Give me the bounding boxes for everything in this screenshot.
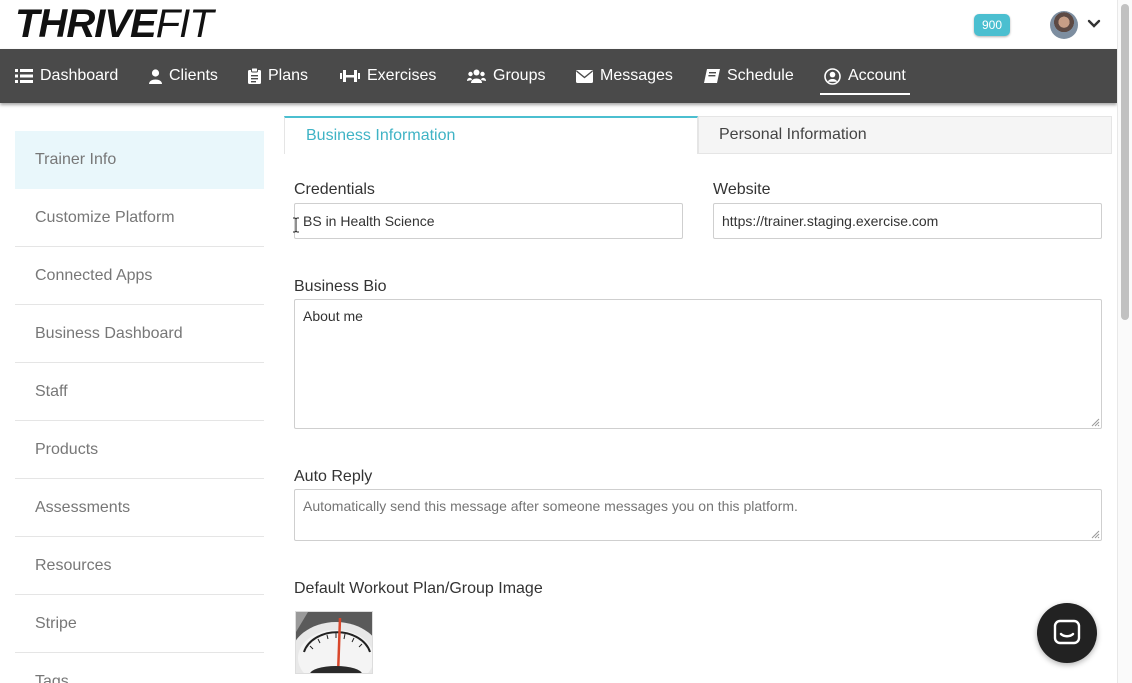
default-workout-image[interactable]: [295, 611, 373, 674]
website-input[interactable]: [713, 203, 1102, 239]
credentials-input[interactable]: [294, 203, 683, 239]
top-header: THRIVE FIT 900: [0, 0, 1117, 49]
user-circle-icon: [824, 67, 841, 85]
nav-label: Account: [848, 67, 906, 84]
scale-dial-image: [296, 612, 372, 673]
nav-label: Clients: [169, 67, 218, 84]
user-avatar[interactable]: [1050, 11, 1078, 39]
nav-label: Dashboard: [40, 67, 119, 84]
dumbbell-icon: [340, 70, 360, 82]
tab-business-information[interactable]: Business Information: [284, 116, 698, 154]
info-tabs: Business Information Personal Informatio…: [284, 116, 1112, 154]
logo-text-bold: THRIVE: [15, 1, 157, 46]
resize-grip-icon[interactable]: [1091, 530, 1100, 539]
credentials-label: Credentials: [294, 181, 375, 198]
chat-launcher-button[interactable]: [1037, 603, 1097, 663]
nav-item-dashboard[interactable]: Dashboard: [15, 49, 118, 103]
website-label: Website: [713, 181, 771, 198]
chat-icon: [1053, 619, 1081, 645]
nav-label: Groups: [493, 67, 546, 84]
sidebar-item-connected-apps[interactable]: Connected Apps: [15, 247, 264, 305]
chevron-down-icon[interactable]: [1086, 15, 1102, 33]
sidebar-item-resources[interactable]: Resources: [15, 537, 264, 595]
sidebar-item-products[interactable]: Products: [15, 421, 264, 479]
resize-grip-icon[interactable]: [1091, 418, 1100, 427]
nav-item-groups[interactable]: Groups: [467, 49, 545, 103]
auto-reply-label: Auto Reply: [294, 468, 373, 485]
nav-item-clients[interactable]: Clients: [149, 49, 218, 103]
sidebar-item-trainer-info[interactable]: Trainer Info: [15, 131, 264, 189]
text-cursor-icon: [293, 217, 299, 233]
nav-label: Schedule: [727, 67, 794, 84]
logo-text-light: FIT: [155, 1, 214, 46]
auto-reply-textarea[interactable]: [294, 489, 1102, 541]
sidebar-item-customize-platform[interactable]: Customize Platform: [15, 189, 264, 247]
nav-label: Messages: [600, 67, 673, 84]
list-icon: [15, 69, 33, 83]
sidebar-item-tags[interactable]: Tags: [15, 653, 264, 683]
sidebar-item-stripe[interactable]: Stripe: [15, 595, 264, 653]
sidebar-item-assessments[interactable]: Assessments: [15, 479, 264, 537]
nav-label: Exercises: [367, 67, 437, 84]
sidebar-item-staff[interactable]: Staff: [15, 363, 264, 421]
points-badge[interactable]: 900: [974, 14, 1010, 36]
book-icon: [704, 69, 720, 83]
users-icon: [467, 69, 486, 83]
user-icon: [149, 68, 162, 84]
nav-item-schedule[interactable]: Schedule: [704, 49, 794, 103]
default-image-label: Default Workout Plan/Group Image: [294, 580, 543, 597]
nav-item-exercises[interactable]: Exercises: [340, 49, 436, 103]
thrivefit-logo[interactable]: THRIVE FIT: [15, 1, 214, 46]
clipboard-icon: [248, 68, 261, 84]
envelope-icon: [576, 69, 593, 83]
business-bio-textarea[interactable]: [294, 299, 1102, 429]
tab-personal-information[interactable]: Personal Information: [698, 116, 1112, 154]
business-bio-label: Business Bio: [294, 278, 387, 295]
sidebar-item-business-dashboard[interactable]: Business Dashboard: [15, 305, 264, 363]
nav-item-account[interactable]: Account: [820, 49, 910, 103]
account-sidebar: Trainer Info Customize Platform Connecte…: [15, 131, 264, 683]
nav-label: Plans: [268, 67, 309, 84]
nav-item-plans[interactable]: Plans: [248, 49, 308, 103]
main-nav: Dashboard Clients Plans Exercises Groups: [0, 49, 1117, 103]
nav-item-messages[interactable]: Messages: [576, 49, 673, 103]
page-scrollbar-thumb[interactable]: [1121, 4, 1129, 320]
